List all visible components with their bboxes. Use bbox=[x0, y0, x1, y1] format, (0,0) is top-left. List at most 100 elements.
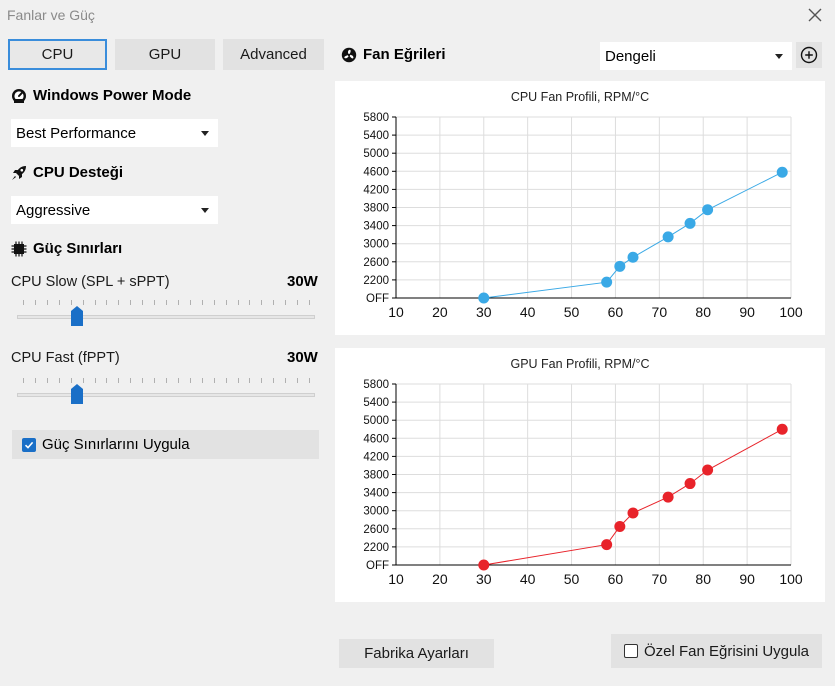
slider-tick bbox=[142, 378, 144, 383]
cpu-slow-slider[interactable] bbox=[17, 300, 315, 326]
cpu-boost-select[interactable]: Aggressive bbox=[11, 196, 218, 224]
checkbox-checked-icon bbox=[22, 437, 36, 452]
apply-power-limits-label: Güç Sınırlarını Uygula bbox=[42, 436, 190, 453]
rocket-icon bbox=[12, 165, 26, 180]
title-bar: Fanlar ve Güç bbox=[0, 0, 835, 32]
tab-cpu[interactable]: CPU bbox=[8, 39, 107, 70]
slider-thumb[interactable] bbox=[71, 384, 84, 404]
x-tick-label: 100 bbox=[779, 571, 803, 587]
fan-preset-select[interactable]: Dengeli bbox=[600, 42, 792, 70]
chart-title: GPU Fan Profili, RPM/°C bbox=[510, 357, 649, 371]
y-tick-label: 3000 bbox=[363, 239, 389, 251]
y-tick-label: 5000 bbox=[363, 148, 389, 160]
slider-tick bbox=[273, 300, 275, 305]
power-limits-heading: Güç Sınırları bbox=[11, 240, 122, 257]
slider-tick bbox=[118, 378, 120, 383]
slider-tick bbox=[237, 378, 239, 383]
y-tick-label: 3400 bbox=[363, 221, 389, 233]
slider-tick bbox=[46, 300, 48, 305]
close-icon bbox=[808, 8, 822, 22]
data-point bbox=[478, 559, 490, 571]
slider-tick bbox=[201, 378, 203, 383]
fan-curves-heading-text: Fan Eğrileri bbox=[363, 46, 446, 63]
y-tick-label: 5800 bbox=[363, 112, 389, 124]
data-point bbox=[662, 491, 674, 503]
gpu-fan-chart: GPU Fan Profili, RPM/°C OFF 2200 2600 3000 34… bbox=[335, 348, 825, 602]
slider-tick bbox=[177, 378, 179, 383]
slider-tick bbox=[297, 378, 299, 383]
y-tick-label: OFF bbox=[366, 293, 389, 305]
y-tick-label: 4600 bbox=[363, 166, 389, 178]
slider-tick bbox=[249, 378, 251, 383]
x-tick-label: 10 bbox=[388, 304, 404, 320]
data-point bbox=[702, 464, 714, 476]
slider-tick bbox=[70, 300, 72, 305]
slider-tick bbox=[249, 300, 251, 305]
add-preset-button[interactable] bbox=[796, 42, 822, 68]
y-tick-label: 3800 bbox=[363, 203, 389, 215]
slider-tick bbox=[58, 300, 60, 305]
slider-tick bbox=[118, 300, 120, 305]
plus-circle-icon bbox=[800, 46, 818, 64]
x-tick-label: 80 bbox=[695, 304, 711, 320]
cpu-slow-label: CPU Slow (SPL + sPPT) bbox=[11, 274, 170, 290]
slider-tick bbox=[309, 300, 310, 305]
x-tick-label: 20 bbox=[432, 571, 448, 587]
data-point bbox=[601, 276, 613, 288]
x-tick-label: 30 bbox=[476, 571, 492, 587]
x-tick-label: 20 bbox=[432, 304, 448, 320]
x-tick-label: 10 bbox=[388, 571, 404, 587]
slider-tick bbox=[34, 378, 36, 383]
slider-tick bbox=[166, 300, 167, 305]
data-point bbox=[662, 231, 674, 243]
slider-tick bbox=[82, 300, 84, 305]
data-point bbox=[478, 292, 490, 304]
fan-curves-heading: Fan Eğrileri bbox=[341, 46, 446, 63]
data-point bbox=[776, 166, 788, 178]
slider-track bbox=[17, 393, 315, 397]
y-tick-label: 2200 bbox=[363, 275, 389, 287]
power-mode-heading-text: Windows Power Mode bbox=[33, 87, 192, 104]
x-tick-label: 80 bbox=[695, 571, 711, 587]
x-tick-label: 70 bbox=[652, 304, 668, 320]
factory-reset-button[interactable]: Fabrika Ayarları bbox=[339, 639, 494, 668]
data-point bbox=[614, 260, 626, 272]
close-button[interactable] bbox=[805, 5, 825, 25]
slider-tick bbox=[237, 300, 239, 305]
series-line bbox=[483, 171, 783, 299]
tab-advanced[interactable]: Advanced bbox=[223, 39, 324, 70]
x-tick-label: 40 bbox=[520, 571, 536, 587]
data-point bbox=[627, 507, 639, 519]
cpu-fast-slider[interactable] bbox=[17, 378, 315, 404]
slider-tick bbox=[177, 300, 179, 305]
slider-tick bbox=[285, 378, 287, 383]
x-tick-label: 50 bbox=[564, 304, 580, 320]
y-tick-label: 4600 bbox=[363, 433, 389, 445]
slider-tick bbox=[34, 300, 36, 305]
y-tick-label: 5800 bbox=[363, 379, 389, 391]
x-tick-label: 90 bbox=[739, 304, 755, 320]
slider-thumb[interactable] bbox=[71, 306, 84, 326]
cpu-slow-value: 30W bbox=[287, 273, 318, 290]
y-tick-label: 5400 bbox=[363, 130, 389, 142]
slider-tick bbox=[273, 378, 275, 383]
slider-tick bbox=[82, 378, 84, 383]
slider-ticks bbox=[17, 378, 315, 384]
slider-tick bbox=[225, 300, 227, 305]
chevron-down-icon bbox=[775, 54, 783, 59]
apply-power-limits-checkbox[interactable]: Güç Sınırlarını Uygula bbox=[12, 430, 319, 459]
y-tick-label: 4200 bbox=[363, 184, 389, 196]
data-point bbox=[776, 423, 788, 435]
power-mode-select[interactable]: Best Performance bbox=[11, 119, 218, 147]
tab-gpu[interactable]: GPU bbox=[115, 39, 215, 70]
slider-tick bbox=[106, 378, 108, 383]
cpu-boost-heading: CPU Desteği bbox=[11, 164, 123, 181]
slider-tick bbox=[142, 300, 144, 305]
y-tick-label: 2600 bbox=[363, 257, 389, 269]
apply-custom-curve-checkbox[interactable]: Özel Fan Eğrisini Uygula bbox=[611, 634, 822, 668]
slider-tick bbox=[213, 300, 215, 305]
x-tick-label: 60 bbox=[608, 304, 624, 320]
x-tick-label: 50 bbox=[564, 571, 580, 587]
series-line bbox=[483, 428, 783, 566]
y-tick-label: 3000 bbox=[363, 506, 389, 518]
